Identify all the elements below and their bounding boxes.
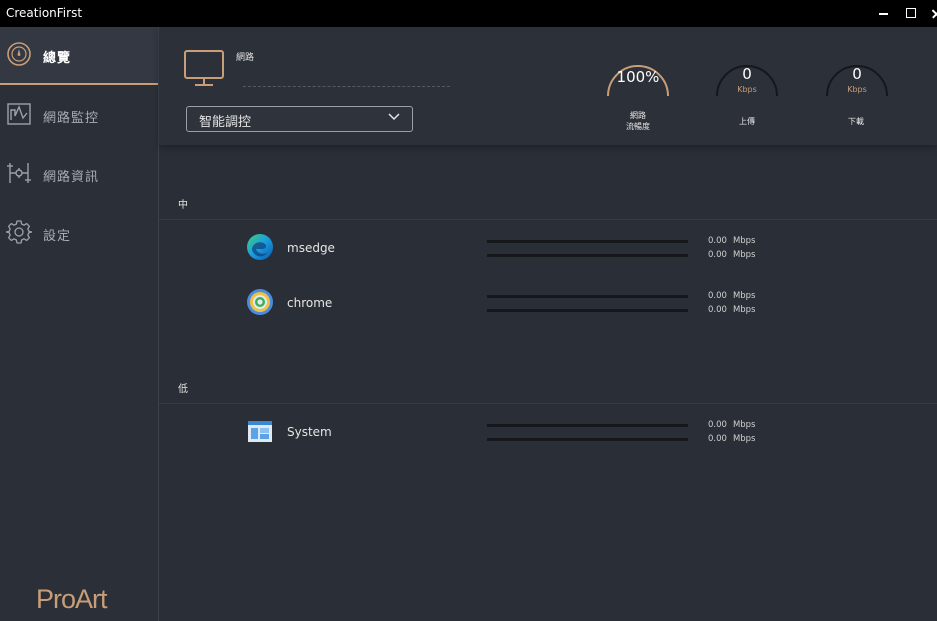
download-rate: 0.00 Mbps	[708, 434, 756, 444]
network-status-panel: 網路 智能調控 100% 網路 流暢度 0 Kbps 上傳 0 Kbps 下載	[159, 27, 937, 145]
minimize-button[interactable]	[873, 3, 895, 23]
app-name: System	[287, 425, 332, 439]
divider	[159, 219, 937, 220]
network-name-placeholder	[243, 86, 450, 87]
sidebar-item-network-info[interactable]: 網路資訊	[0, 146, 158, 202]
sidebar-item-label: 設定	[43, 229, 72, 244]
maximize-button[interactable]	[900, 3, 922, 23]
system-window-icon	[248, 421, 272, 442]
sidebar-item-settings[interactable]: 設定	[0, 205, 158, 261]
chevron-down-icon	[388, 113, 400, 121]
gauge-unit: Kbps	[847, 85, 867, 94]
smoothness-gauge: 100%	[605, 49, 671, 97]
priority-group-label: 低	[178, 384, 188, 395]
network-label: 網路	[236, 53, 255, 63]
sidebar-item-label: 網路資訊	[43, 170, 100, 185]
upload-rate: 0.00 Mbps	[708, 291, 756, 301]
app-row-chrome[interactable]: chrome 0.00 Mbps 0.00 Mbps	[159, 286, 937, 320]
monitor-icon	[184, 50, 224, 86]
gauge-caption: 網路 流暢度	[598, 110, 678, 132]
mode-dropdown[interactable]: 智能調控	[186, 106, 413, 132]
gauge-caption-line: 上傳	[739, 117, 755, 126]
app-row-msedge[interactable]: msedge 0.00 Mbps 0.00 Mbps	[159, 231, 937, 265]
network-topology-icon	[7, 163, 31, 183]
app-name: chrome	[287, 296, 333, 310]
gauge-unit: Kbps	[737, 85, 757, 94]
chrome-browser-icon	[247, 289, 273, 315]
sidebar-item-network-monitor[interactable]: 網路監控	[0, 87, 158, 143]
gear-icon	[6, 220, 32, 244]
gauge-caption: 下載	[816, 116, 896, 127]
gauge-caption: 上傳	[707, 116, 787, 127]
divider	[159, 403, 937, 404]
close-button[interactable]	[927, 3, 937, 23]
download-gauge: 0 Kbps	[824, 49, 890, 97]
upload-bar	[487, 240, 688, 243]
sidebar-item-label: 網路監控	[43, 111, 100, 126]
upload-rate: 0.00 Mbps	[708, 420, 756, 430]
download-rate: 0.00 Mbps	[708, 250, 756, 260]
upload-gauge: 0 Kbps	[714, 49, 780, 97]
gauge-value: 100%	[616, 68, 660, 86]
download-rate: 0.00 Mbps	[708, 305, 756, 315]
mode-dropdown-value: 智能調控	[199, 115, 252, 130]
main-content: 網路 智能調控 100% 網路 流暢度 0 Kbps 上傳 0 Kbps 下載 …	[159, 27, 937, 621]
upload-rate: 0.00 Mbps	[708, 236, 756, 246]
download-bar	[487, 254, 688, 257]
gauge-caption-line: 流暢度	[626, 122, 650, 131]
sidebar-item-label: 總覽	[43, 51, 72, 66]
download-bar	[487, 438, 688, 441]
gauge-caption-line: 下載	[848, 117, 864, 126]
upload-bar	[487, 424, 688, 427]
upload-bar	[487, 295, 688, 298]
priority-group-label: 中	[178, 200, 188, 211]
proart-logo: ProArt	[36, 584, 108, 614]
gauge-caption-line: 網路	[630, 111, 646, 120]
speedometer-icon	[7, 42, 31, 66]
window-title: CreationFirst	[6, 6, 83, 20]
chart-monitor-icon	[7, 103, 31, 125]
sidebar: 總覽 網路監控 網路資訊 設定 ProArt	[0, 27, 159, 621]
sidebar-item-overview[interactable]: 總覽	[0, 27, 158, 85]
app-name: msedge	[287, 241, 335, 255]
gauge-value: 0	[852, 65, 862, 83]
edge-browser-icon	[247, 234, 273, 260]
gauge-value: 0	[742, 65, 752, 83]
title-bar: CreationFirst	[0, 0, 937, 27]
download-bar	[487, 309, 688, 312]
app-row-system[interactable]: System 0.00 Mbps 0.00 Mbps	[159, 415, 937, 449]
